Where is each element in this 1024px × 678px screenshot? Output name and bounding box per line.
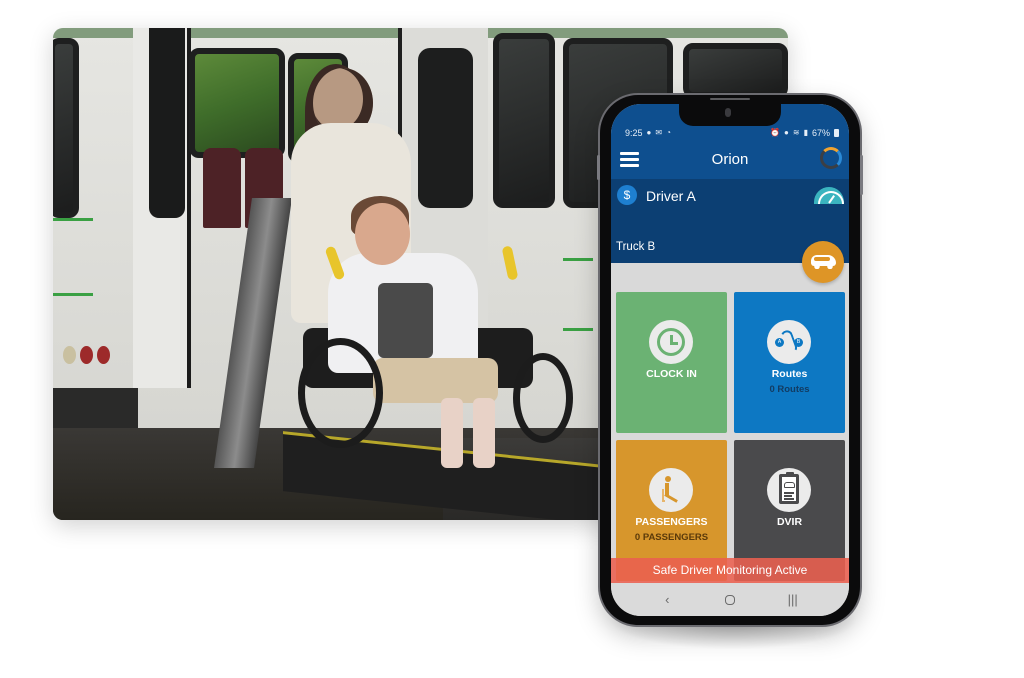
- wheelchair-wheel: [298, 338, 383, 448]
- home-button[interactable]: [715, 594, 745, 605]
- bus-stripe: [53, 218, 93, 221]
- app-icon: ◔: [666, 128, 671, 137]
- seated-woman-shin: [473, 398, 495, 468]
- phone-volume-button: [597, 155, 600, 180]
- route-icon-circle: AB: [767, 320, 811, 364]
- bus-stripe: [53, 293, 93, 296]
- status-bar: 9:25 ● ✉ ◔ ⏰ ● ≋ ▮ 67%: [625, 127, 839, 139]
- tile-label: Routes: [771, 368, 808, 380]
- seated-woman-shirt: [378, 283, 433, 358]
- bus-door-glass: [149, 28, 185, 218]
- signal-icon: ▮: [803, 128, 808, 137]
- location-icon: ●: [784, 128, 789, 137]
- tile-count: 0 Routes: [769, 384, 810, 395]
- tile-count: 0 PASSENGERS: [634, 532, 709, 543]
- bus-door-right-glass: [418, 48, 473, 208]
- passenger-seat-icon: [661, 476, 683, 504]
- phone-screen: 9:25 ● ✉ ◔ ⏰ ● ≋ ▮ 67% Orion $ Driver A …: [611, 104, 849, 616]
- tile-label: PASSENGERS: [635, 516, 708, 528]
- back-icon[interactable]: ‹: [652, 592, 682, 607]
- clock-in-tile[interactable]: CLOCK IN: [616, 292, 727, 433]
- wifi-icon: ≋: [792, 128, 800, 137]
- battery-level: 67%: [811, 128, 830, 138]
- seated-woman-legs: [373, 358, 498, 403]
- speedometer-icon[interactable]: [814, 187, 844, 204]
- phone-side-button: [860, 155, 863, 195]
- alarm-icon: ⏰: [770, 128, 781, 137]
- vehicle-name: Truck B: [616, 241, 656, 253]
- seated-woman-head: [355, 203, 410, 265]
- bus-seat: [203, 148, 241, 228]
- tile-label: CLOCK IN: [646, 368, 697, 380]
- van-icon: [811, 255, 836, 269]
- bus-window: [53, 38, 79, 218]
- wheelchair-wheel: [513, 353, 573, 443]
- battery-icon: [834, 129, 839, 137]
- front-camera: [725, 108, 731, 117]
- dollar-icon[interactable]: $: [617, 185, 637, 205]
- sync-status-icon[interactable]: [820, 147, 842, 169]
- route-icon: AB: [775, 328, 803, 356]
- driver-name: Driver A: [646, 188, 696, 204]
- android-nav-bar: ‹ |||: [611, 583, 849, 616]
- vehicle-button[interactable]: [802, 241, 844, 283]
- bus-window: [493, 33, 555, 208]
- clipboard-inspection-icon: [779, 472, 799, 504]
- bus-window: [683, 43, 788, 98]
- bus-window: [189, 48, 285, 158]
- status-time: 9:25: [625, 128, 643, 138]
- clock-icon: [657, 328, 685, 356]
- bus-stripe: [563, 258, 593, 261]
- bus-tail-lights: [63, 346, 123, 366]
- home-icon: [724, 594, 735, 605]
- dvir-icon-circle: [767, 468, 811, 512]
- recents-icon[interactable]: |||: [778, 592, 808, 607]
- mail-icon: ✉: [655, 128, 663, 137]
- seated-woman-shin: [441, 398, 463, 468]
- passenger-icon-circle: [649, 468, 693, 512]
- clock-icon-circle: [649, 320, 693, 364]
- app-title: Orion: [711, 151, 749, 168]
- smartphone: 9:25 ● ✉ ◔ ⏰ ● ≋ ▮ 67% Orion $ Driver A …: [597, 95, 863, 625]
- chat-icon: ●: [646, 128, 652, 137]
- phone-speaker: [710, 98, 750, 100]
- tile-label: DVIR: [776, 516, 803, 528]
- safe-driver-banner: Safe Driver Monitoring Active: [611, 558, 849, 583]
- phone-notch: [679, 104, 781, 126]
- bus-stripe: [563, 328, 593, 331]
- routes-tile[interactable]: AB Routes 0 Routes: [734, 292, 845, 433]
